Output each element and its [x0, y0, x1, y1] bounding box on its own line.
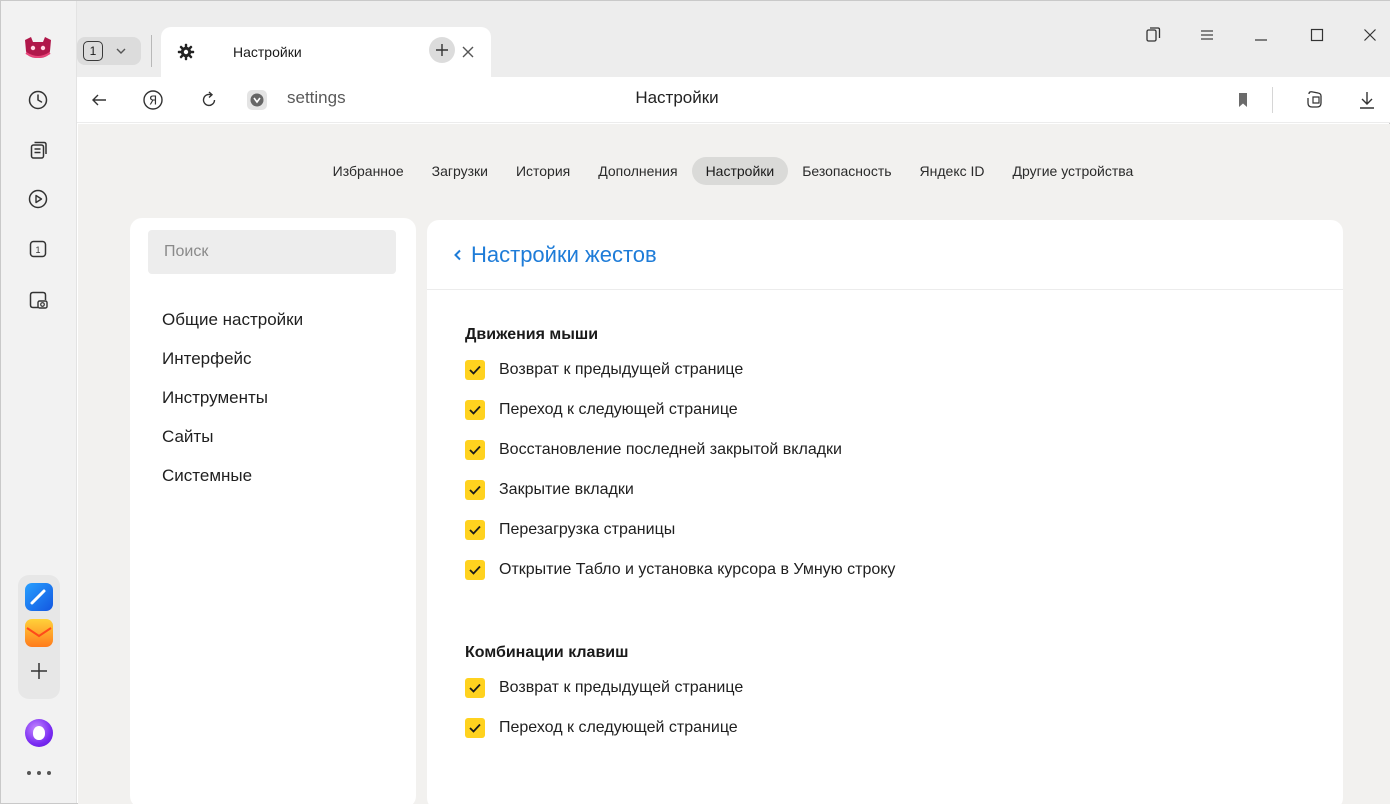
option-row[interactable]: Переход к следующей странице [465, 390, 895, 430]
option-label[interactable]: Перезагрузка страницы [499, 521, 675, 539]
sidebar-item-general[interactable]: Общие настройки [162, 300, 303, 339]
gesture-settings-panel: Настройки жестов Движения мыши Возврат к… [427, 220, 1343, 804]
settings-page: Избранное Загрузки История Дополнения На… [78, 124, 1390, 804]
checkmark-icon [469, 485, 481, 495]
option-row[interactable]: Восстановление последней закрытой вкладк… [465, 430, 895, 470]
nav-favorites[interactable]: Избранное [319, 157, 418, 185]
option-label[interactable]: Возврат к предыдущей странице [499, 361, 743, 379]
tab-groups-button[interactable]: 1 [77, 37, 141, 65]
option-row[interactable]: Закрытие вкладки [465, 470, 895, 510]
sidebar-item-system[interactable]: Системные [162, 456, 303, 495]
checkbox[interactable] [465, 480, 485, 500]
plus-icon [436, 44, 448, 56]
checkmark-icon [469, 683, 481, 693]
maximize-icon[interactable] [1305, 23, 1329, 47]
option-label[interactable]: Закрытие вкладки [499, 481, 634, 499]
downloads-icon[interactable] [1355, 88, 1379, 112]
gear-icon [177, 43, 195, 61]
option-label[interactable]: Переход к следующей странице [499, 401, 738, 419]
checkmark-icon [469, 445, 481, 455]
sidebar-item-tools[interactable]: Инструменты [162, 378, 303, 417]
new-tab-button[interactable] [429, 37, 455, 63]
screenshot-icon[interactable] [23, 285, 53, 315]
nav-downloads[interactable]: Загрузки [418, 157, 502, 185]
svg-text:1: 1 [35, 245, 40, 255]
nav-other-devices[interactable]: Другие устройства [999, 157, 1148, 185]
option-label[interactable]: Открытие Табло и установка курсора в Умн… [499, 561, 895, 579]
checkmark-icon [469, 365, 481, 375]
mouse-gestures-section: Движения мыши Возврат к предыдущей стран… [465, 320, 895, 590]
checkbox[interactable] [465, 520, 485, 540]
bookmark-icon[interactable] [1231, 88, 1255, 112]
protect-icon[interactable] [1302, 88, 1326, 112]
more-icon[interactable] [27, 771, 51, 777]
nav-history[interactable]: История [502, 157, 584, 185]
browser-pages-nav: Избранное Загрузки История Дополнения На… [78, 156, 1388, 186]
section-title: Комбинации клавиш [465, 644, 629, 661]
collections-pin-icon[interactable] [1141, 23, 1165, 47]
mail-app-icon[interactable] [25, 619, 53, 647]
tabs-counter-icon[interactable]: 1 [23, 234, 53, 264]
panel-title[interactable]: Настройки жестов [471, 242, 657, 268]
option-row[interactable]: Возврат к предыдущей странице [465, 350, 895, 390]
alice-icon[interactable] [25, 719, 53, 747]
option-label[interactable]: Возврат к предыдущей странице [499, 679, 743, 697]
collections-icon[interactable] [23, 135, 53, 165]
option-row[interactable]: Возврат к предыдущей странице [465, 668, 743, 708]
browser-window: 1 1 Настройки Я settings Настройки Избра… [0, 0, 1390, 804]
checkbox[interactable] [465, 400, 485, 420]
option-label[interactable]: Переход к следующей странице [499, 719, 738, 737]
chevron-left-icon[interactable] [451, 248, 465, 262]
chevron-down-icon [116, 48, 126, 54]
close-window-icon[interactable] [1358, 23, 1382, 47]
checkmark-icon [469, 723, 481, 733]
settings-sidebar: Общие настройки Интерфейс Инструменты Са… [130, 218, 416, 804]
checkmark-icon [469, 525, 481, 535]
video-icon[interactable] [23, 184, 53, 214]
address-bar: Я settings Настройки [77, 77, 1390, 123]
panel-header[interactable]: Настройки жестов [427, 220, 1343, 290]
add-app-icon[interactable] [25, 657, 53, 685]
tab-title: Настройки [233, 44, 302, 60]
sidebar-item-sites[interactable]: Сайты [162, 417, 303, 456]
option-label[interactable]: Восстановление последней закрытой вкладк… [499, 441, 842, 459]
checkbox[interactable] [465, 718, 485, 738]
tab-divider [151, 35, 152, 67]
settings-menu: Общие настройки Интерфейс Инструменты Са… [162, 300, 303, 495]
checkbox[interactable] [465, 440, 485, 460]
apps-group [18, 575, 60, 699]
checkmark-icon [469, 405, 481, 415]
option-row[interactable]: Перезагрузка страницы [465, 510, 895, 550]
history-icon[interactable] [23, 85, 53, 115]
settings-search-input[interactable] [148, 230, 396, 274]
page-title-in-omnibox: Настройки [635, 88, 719, 107]
nav-security[interactable]: Безопасность [788, 157, 905, 185]
toolbar-divider [1272, 87, 1273, 113]
nav-settings[interactable]: Настройки [691, 157, 789, 185]
nav-yandex-id[interactable]: Яндекс ID [906, 157, 999, 185]
option-row[interactable]: Открытие Табло и установка курсора в Умн… [465, 550, 895, 590]
option-row[interactable]: Переход к следующей странице [465, 708, 743, 748]
menu-icon[interactable] [1195, 23, 1219, 47]
sidebar-item-interface[interactable]: Интерфейс [162, 339, 303, 378]
keyboard-shortcuts-section: Комбинации клавиш Возврат к предыдущей с… [465, 638, 743, 748]
tab-strip: 1 Настройки [77, 1, 1390, 77]
checkmark-icon [469, 565, 481, 575]
side-panel: 1 [1, 1, 77, 803]
nav-extensions[interactable]: Дополнения [584, 157, 691, 185]
checkbox[interactable] [465, 360, 485, 380]
tab-count-badge: 1 [83, 41, 103, 61]
messenger-app-icon[interactable] [25, 583, 53, 611]
close-tab-icon[interactable] [459, 43, 477, 61]
checkbox[interactable] [465, 678, 485, 698]
profile-avatar-icon[interactable] [22, 35, 54, 61]
minimize-icon[interactable] [1249, 23, 1273, 47]
checkbox[interactable] [465, 560, 485, 580]
section-title: Движения мыши [465, 326, 599, 343]
